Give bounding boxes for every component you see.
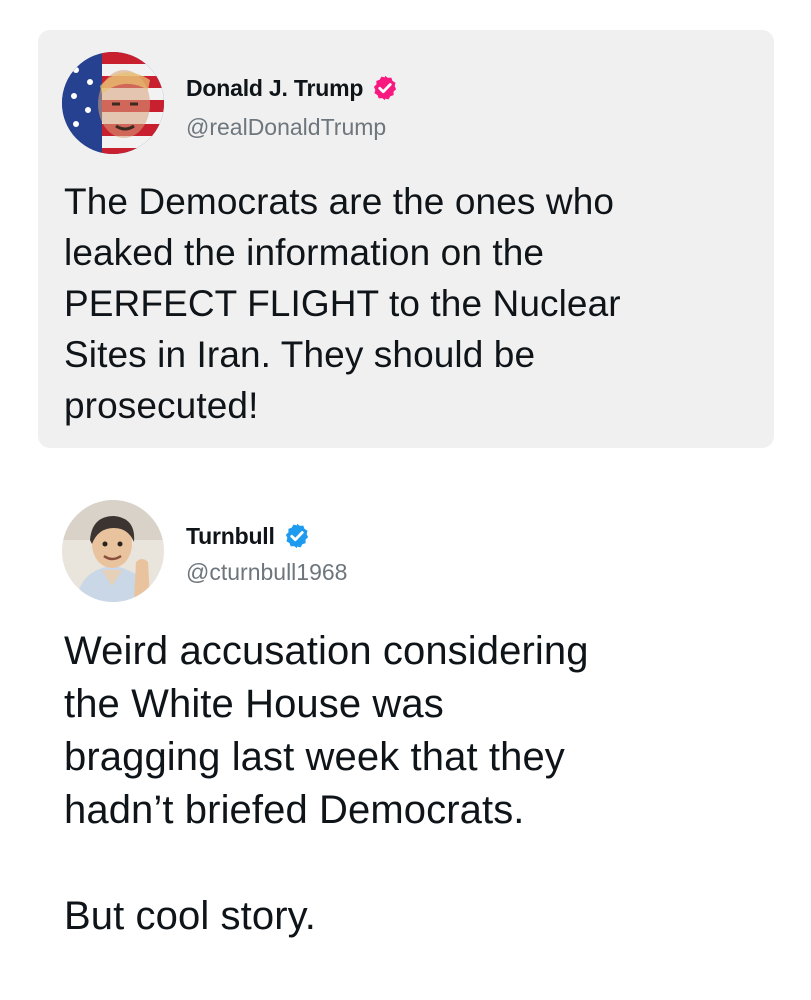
avatar[interactable] <box>62 500 164 602</box>
cartoon-portrait-avatar-icon <box>62 500 164 602</box>
author-display-name[interactable]: Donald J. Trump <box>186 75 363 102</box>
verified-badge-icon <box>371 74 399 102</box>
post-text: The Democrats are the ones who leaked th… <box>64 181 621 426</box>
author-row: Turnbull <box>186 522 311 550</box>
author-row: Donald J. Trump <box>186 74 399 102</box>
post-text: Weird accusation considering the White H… <box>64 629 589 938</box>
author-handle[interactable]: @realDonaldTrump <box>186 114 386 141</box>
avatar[interactable] <box>62 52 164 154</box>
author-display-name[interactable]: Turnbull <box>186 523 275 550</box>
verified-badge-icon <box>283 522 311 550</box>
flag-portrait-avatar-icon <box>62 52 164 154</box>
author-handle[interactable]: @cturnbull1968 <box>186 559 347 586</box>
